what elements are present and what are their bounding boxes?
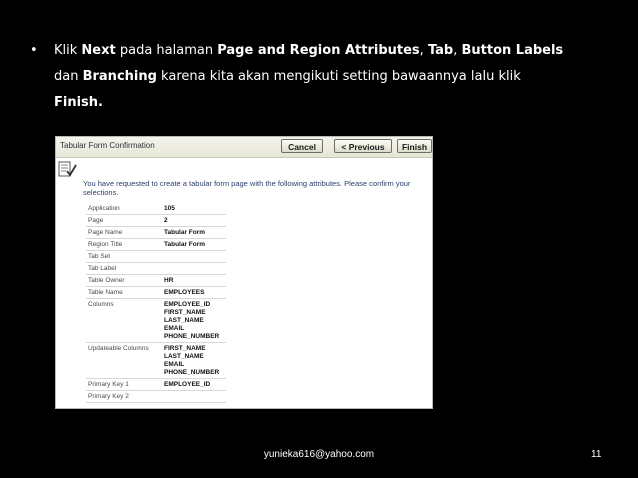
attribute-label: Primary Key 2 bbox=[86, 390, 162, 403]
text-part-bold: Finish. bbox=[54, 95, 103, 110]
attribute-value: FIRST_NAME LAST_NAME EMAIL PHONE_NUMBER bbox=[162, 342, 226, 379]
text-part-bold: Button Labels bbox=[461, 43, 564, 58]
attribute-label: Table Name bbox=[86, 286, 162, 299]
table-row: Page 2 bbox=[86, 214, 226, 227]
region-title: Tabular Form Confirmation bbox=[60, 141, 155, 150]
attribute-value: EMPLOYEE_ID bbox=[162, 378, 226, 391]
attribute-value: 2 bbox=[162, 214, 226, 227]
text-part-bold: Page and Region Attributes bbox=[217, 43, 420, 58]
table-row: Columns EMPLOYEE_ID FIRST_NAME LAST_NAME … bbox=[86, 298, 226, 343]
attribute-label: Tab Label bbox=[86, 262, 162, 275]
bullet-paragraph: • Klik Next pada halaman Page and Region… bbox=[30, 38, 620, 116]
bullet-marker: • bbox=[30, 43, 38, 58]
page-number: 11 bbox=[591, 449, 602, 460]
embedded-screenshot: Tabular Form Confirmation Cancel < Previ… bbox=[55, 136, 433, 409]
footer-email: yunieka616@yahoo.com bbox=[263, 449, 375, 460]
attribute-label: Updateable Columns bbox=[86, 342, 162, 379]
text-part: , bbox=[419, 43, 428, 58]
text-part-bold: Tab bbox=[427, 43, 454, 58]
attribute-label: Primary Key 1 bbox=[86, 378, 162, 391]
bullet-text: Klik Next pada halaman Page and Region A… bbox=[54, 38, 620, 116]
attribute-label: Table Owner bbox=[86, 274, 162, 287]
attribute-value: 105 bbox=[162, 203, 226, 215]
attribute-label: Columns bbox=[86, 298, 162, 343]
table-row: Page Name Tabular Form bbox=[86, 226, 226, 239]
previous-button[interactable]: < Previous bbox=[334, 139, 392, 153]
text-part: karena kita akan mengikuti setting bawaa… bbox=[156, 69, 521, 84]
text-part: Klik bbox=[54, 43, 82, 58]
table-row: Primary Key 2 bbox=[86, 390, 226, 403]
table-row: Updateable Columns FIRST_NAME LAST_NAME E… bbox=[86, 342, 226, 379]
attribute-label: Application bbox=[86, 203, 162, 215]
text-part-bold: Next bbox=[81, 43, 116, 58]
cancel-button[interactable]: Cancel bbox=[281, 139, 323, 153]
text-part-bold: Branching bbox=[82, 69, 157, 84]
attribute-label: Tab Set bbox=[86, 250, 162, 263]
confirmation-message: You have requested to create a tabular f… bbox=[83, 179, 411, 197]
checklist-icon bbox=[58, 161, 77, 177]
attribute-value: Tabular Form bbox=[162, 226, 226, 239]
attribute-value bbox=[162, 390, 226, 403]
table-row: Table Owner HR bbox=[86, 274, 226, 287]
text-part: pada halaman bbox=[115, 43, 218, 58]
table-row: Primary Key 1 EMPLOYEE_ID bbox=[86, 378, 226, 391]
attribute-value bbox=[162, 262, 226, 275]
attribute-label: Page Name bbox=[86, 226, 162, 239]
attribute-label: Page bbox=[86, 214, 162, 227]
slide: • Klik Next pada halaman Page and Region… bbox=[0, 0, 638, 478]
attribute-value: HR bbox=[162, 274, 226, 287]
attribute-value: EMPLOYEE_ID FIRST_NAME LAST_NAME EMAIL P… bbox=[162, 298, 226, 343]
region-header: Tabular Form Confirmation Cancel < Previ… bbox=[56, 137, 432, 158]
table-row: Tab Label bbox=[86, 262, 226, 275]
attribute-value: EMPLOYEES bbox=[162, 286, 226, 299]
table-row: Application 105 bbox=[86, 203, 226, 215]
attribute-value: Tabular Form bbox=[162, 238, 226, 251]
table-row: Tab Set bbox=[86, 250, 226, 263]
table-row: Table Name EMPLOYEES bbox=[86, 286, 226, 299]
attributes-table: Application 105 Page 2 Page Name Tabular Form… bbox=[86, 203, 226, 403]
finish-button[interactable]: Finish bbox=[397, 139, 432, 153]
table-row: Region Title Tabular Form bbox=[86, 238, 226, 251]
attribute-label: Region Title bbox=[86, 238, 162, 251]
text-part: dan bbox=[54, 69, 83, 84]
attribute-value bbox=[162, 250, 226, 263]
